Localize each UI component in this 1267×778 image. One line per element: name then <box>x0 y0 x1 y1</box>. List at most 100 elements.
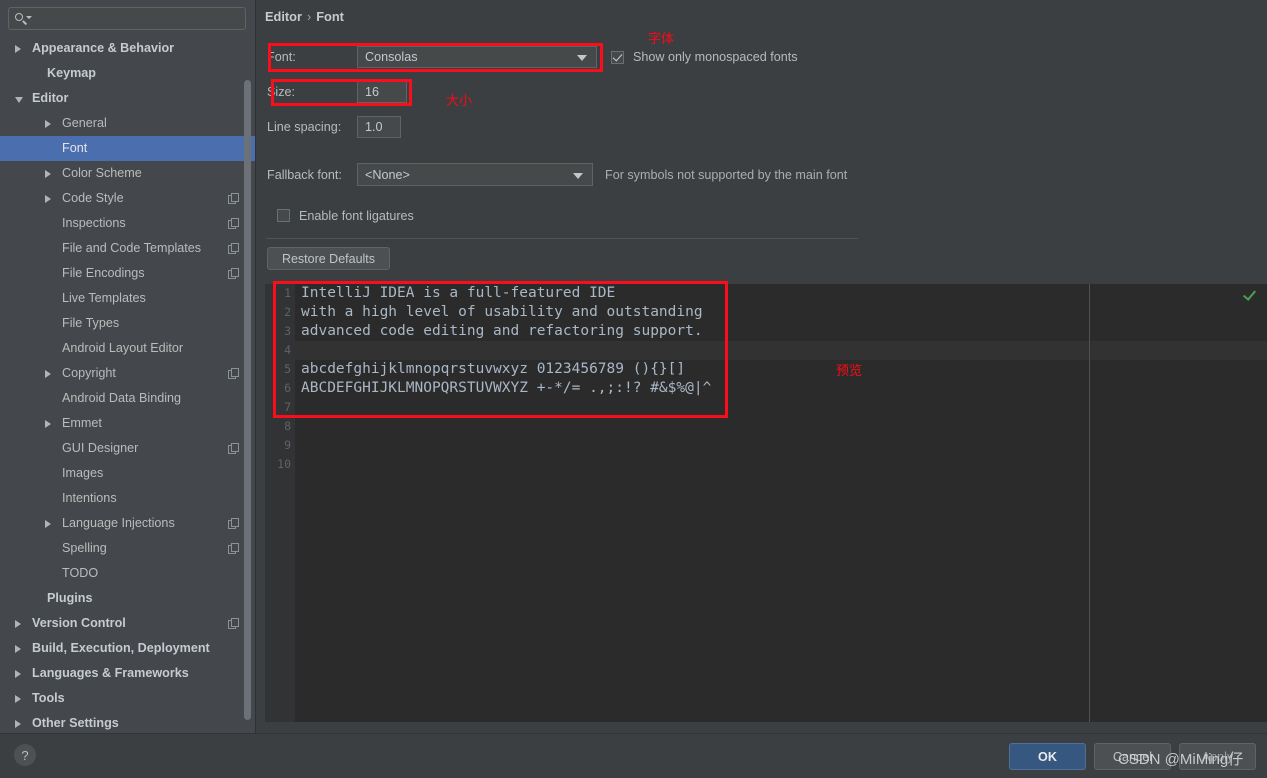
sidebar-item-tools[interactable]: Tools <box>0 686 255 711</box>
sidebar-item-android-layout-editor[interactable]: Android Layout Editor <box>0 336 255 361</box>
sidebar-item-live-templates[interactable]: Live Templates <box>0 286 255 311</box>
sidebar-item-color-scheme[interactable]: Color Scheme <box>0 161 255 186</box>
green-check-icon <box>1243 288 1259 302</box>
chevron-right-icon <box>45 195 51 203</box>
line-number: 9 <box>284 438 291 452</box>
sidebar-item-general[interactable]: General <box>0 111 255 136</box>
size-value: 16 <box>365 85 380 99</box>
sidebar-item-language-injections[interactable]: Language Injections <box>0 511 255 536</box>
search-input[interactable] <box>8 7 246 30</box>
sidebar-item-other-settings[interactable]: Other Settings <box>0 711 255 733</box>
sidebar-item-label: GUI Designer <box>62 441 139 455</box>
sidebar-item-code-style[interactable]: Code Style <box>0 186 255 211</box>
search-icon <box>15 12 32 26</box>
sidebar-item-languages-frameworks[interactable]: Languages & Frameworks <box>0 661 255 686</box>
chevron-right-icon <box>15 670 21 678</box>
preview-code-line: ABCDEFGHIJKLMNOPQRSTUVWXYZ +-*/= .,;:!? … <box>301 380 712 396</box>
copy-settings-icon <box>228 618 239 629</box>
line-number: 5 <box>284 362 291 376</box>
sidebar-item-appearance-behavior[interactable]: Appearance & Behavior <box>0 36 255 61</box>
fallback-font-combobox[interactable]: <None> <box>357 163 593 186</box>
restore-defaults-label: Restore Defaults <box>281 251 376 266</box>
chevron-right-icon <box>15 695 21 703</box>
sidebar-item-copyright[interactable]: Copyright <box>0 361 255 386</box>
annotation-label: 预览 <box>836 364 863 379</box>
sidebar-item-label: Languages & Frameworks <box>32 666 189 680</box>
help-button[interactable]: ? <box>14 744 36 766</box>
sidebar-item-label: Keymap <box>47 66 96 80</box>
sidebar-scrollbar-track[interactable] <box>244 40 253 720</box>
sidebar-item-label: File and Code Templates <box>62 241 202 255</box>
size-input[interactable]: 16 <box>357 81 407 103</box>
preview-code-line: advanced code editing and refactoring su… <box>301 323 703 339</box>
sidebar-item-label: Appearance & Behavior <box>32 41 175 55</box>
sidebar-item-label: Copyright <box>62 366 116 380</box>
copy-settings-icon <box>228 518 239 529</box>
chevron-right-icon <box>15 620 21 628</box>
sidebar-item-version-control[interactable]: Version Control <box>0 611 255 636</box>
sidebar-item-label: Spelling <box>62 541 107 555</box>
font-combobox-value: Consolas <box>365 50 418 64</box>
line-number: 1 <box>284 286 291 300</box>
copy-settings-icon <box>228 543 239 554</box>
sidebar-item-plugins[interactable]: Plugins <box>0 586 255 611</box>
sidebar-item-label: Plugins <box>47 591 93 605</box>
chevron-down-icon <box>577 55 587 61</box>
sidebar-item-label: TODO <box>62 566 99 580</box>
chevron-right-icon <box>45 420 51 428</box>
breadcrumb-parent[interactable]: Editor <box>265 9 302 24</box>
sidebar-scrollbar-thumb[interactable] <box>244 80 251 720</box>
font-combobox[interactable]: Consolas <box>357 46 597 68</box>
preview-code-line: IntelliJ IDEA is a full-featured IDE <box>301 285 616 301</box>
settings-tree: Appearance & Behavior Keymap Editor General… <box>0 36 255 733</box>
show-monospaced-label[interactable]: Show only monospaced fonts <box>633 50 798 64</box>
sidebar-item-inspections[interactable]: Inspections <box>0 211 255 236</box>
sidebar-item-keymap[interactable]: Keymap <box>0 61 255 86</box>
line-number: 8 <box>284 419 291 433</box>
sidebar-item-todo[interactable]: TODO <box>0 561 255 586</box>
preview-code-line: abcdefghijklmnopqrstuvwxyz 0123456789 ()… <box>301 361 686 377</box>
sidebar-item-emmet[interactable]: Emmet <box>0 411 255 436</box>
sidebar-item-label: Live Templates <box>62 291 146 305</box>
line-number: 10 <box>277 457 291 471</box>
sidebar-item-label: Language Injections <box>62 516 175 530</box>
sidebar-item-label: Editor <box>32 91 69 105</box>
enable-ligatures-checkbox[interactable] <box>277 209 290 222</box>
sidebar-item-file-types[interactable]: File Types <box>0 311 255 336</box>
sidebar-item-label: Color Scheme <box>62 166 142 180</box>
sidebar-item-font[interactable]: Font <box>0 136 255 161</box>
sidebar-item-label: Inspections <box>62 216 126 230</box>
fallback-font-label: Fallback font: <box>267 168 342 182</box>
sidebar-item-gui-designer[interactable]: GUI Designer <box>0 436 255 461</box>
sidebar-item-spelling[interactable]: Spelling <box>0 536 255 561</box>
ok-button-label: OK <box>1038 749 1057 764</box>
sidebar-item-label: Intentions <box>62 491 117 505</box>
line-spacing-input[interactable]: 1.0 <box>357 116 401 138</box>
copy-settings-icon <box>228 368 239 379</box>
enable-ligatures-label[interactable]: Enable font ligatures <box>299 209 414 223</box>
sidebar-item-label: Code Style <box>62 191 124 205</box>
current-line-highlight <box>265 341 1267 360</box>
chevron-down-icon <box>15 97 23 103</box>
chevron-right-icon <box>15 645 21 653</box>
copy-settings-icon <box>228 443 239 454</box>
sidebar-item-build-execution-deployment[interactable]: Build, Execution, Deployment <box>0 636 255 661</box>
show-monospaced-checkbox[interactable] <box>611 51 624 64</box>
copy-settings-icon <box>228 218 239 229</box>
breadcrumb-current: Font <box>316 9 344 24</box>
sidebar-item-editor[interactable]: Editor <box>0 86 255 111</box>
settings-main-panel: Editor › Font Font: Consolas Show only mon… <box>256 0 1267 733</box>
restore-defaults-button[interactable]: Restore Defaults <box>267 247 390 270</box>
settings-dialog: Appearance & Behavior Keymap Editor General… <box>0 0 1267 778</box>
font-preview-editor[interactable]: 1 2 3 4 5 6 7 8 9 10 IntelliJ IDEA is a full-feat… <box>265 284 1267 722</box>
help-button-label: ? <box>21 747 29 763</box>
sidebar-item-label: Font <box>62 141 88 155</box>
sidebar-item-file-and-code-templates[interactable]: File and Code Templates <box>0 236 255 261</box>
copy-settings-icon <box>228 193 239 204</box>
sidebar-item-images[interactable]: Images <box>0 461 255 486</box>
ok-button[interactable]: OK <box>1009 743 1086 770</box>
sidebar-item-android-data-binding[interactable]: Android Data Binding <box>0 386 255 411</box>
sidebar-item-intentions[interactable]: Intentions <box>0 486 255 511</box>
sidebar-item-file-encodings[interactable]: File Encodings <box>0 261 255 286</box>
chevron-right-icon <box>45 370 51 378</box>
